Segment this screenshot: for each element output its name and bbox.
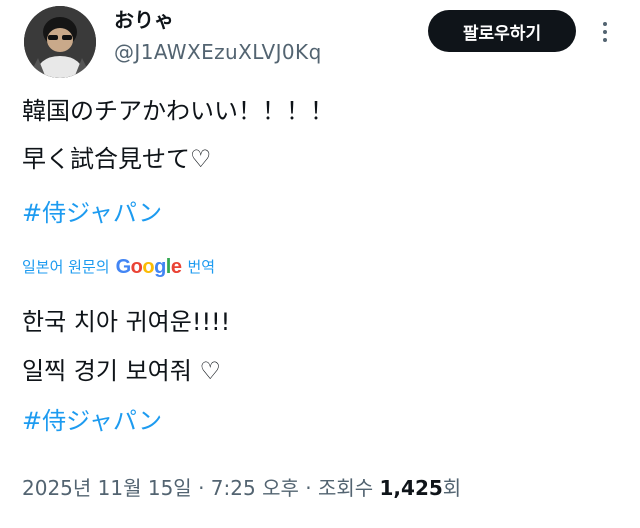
avatar-image <box>24 6 96 78</box>
tweet-time[interactable]: 7:25 오후 <box>211 476 299 500</box>
more-dots-icon[interactable] <box>596 18 614 46</box>
tweet-date[interactable]: 2025년 11월 15일 <box>22 476 192 500</box>
google-logo-letter: o <box>142 256 155 278</box>
translated-hashtag-link[interactable]: #侍ジャパン <box>22 405 162 437</box>
google-logo-letter: G <box>115 256 132 278</box>
views-label: 조회수 <box>317 476 374 500</box>
google-logo: Google <box>116 256 182 278</box>
user-handle[interactable]: @J1AWXEzuXLVJ0Kq <box>114 38 322 66</box>
tweet-meta: 2025년 11월 15일 · 7:25 오후 · 조회수 1,425회 <box>22 474 461 502</box>
translation-prefix: 일본어 원문의 <box>22 258 110 276</box>
translation-attribution[interactable]: 일본어 원문의 Google 번역 <box>22 256 215 278</box>
tweet-text-line-2: 早く試合見せて♡ <box>22 145 212 173</box>
views-suffix: 회 <box>442 476 462 500</box>
display-name[interactable]: おりゃ <box>114 6 174 34</box>
hashtag-link[interactable]: #侍ジャパン <box>22 197 162 229</box>
meta-separator: · <box>198 476 205 500</box>
translated-text-line-1: 한국 치아 귀여운!!!! <box>22 308 231 336</box>
avatar[interactable] <box>24 6 96 78</box>
google-logo-letter: e <box>170 256 182 278</box>
tweet-text-line-1: 韓国のチアかわいい！！！！ <box>22 97 334 125</box>
views-count: 1,425 <box>379 476 443 500</box>
meta-separator: · <box>305 476 312 500</box>
follow-button[interactable]: 팔로우하기 <box>428 10 576 52</box>
translation-suffix: 번역 <box>187 258 216 276</box>
translated-text-line-2: 일찍 경기 보여줘 ♡ <box>22 357 221 385</box>
google-logo-letter: g <box>154 256 166 278</box>
google-logo-letter: o <box>130 256 143 278</box>
